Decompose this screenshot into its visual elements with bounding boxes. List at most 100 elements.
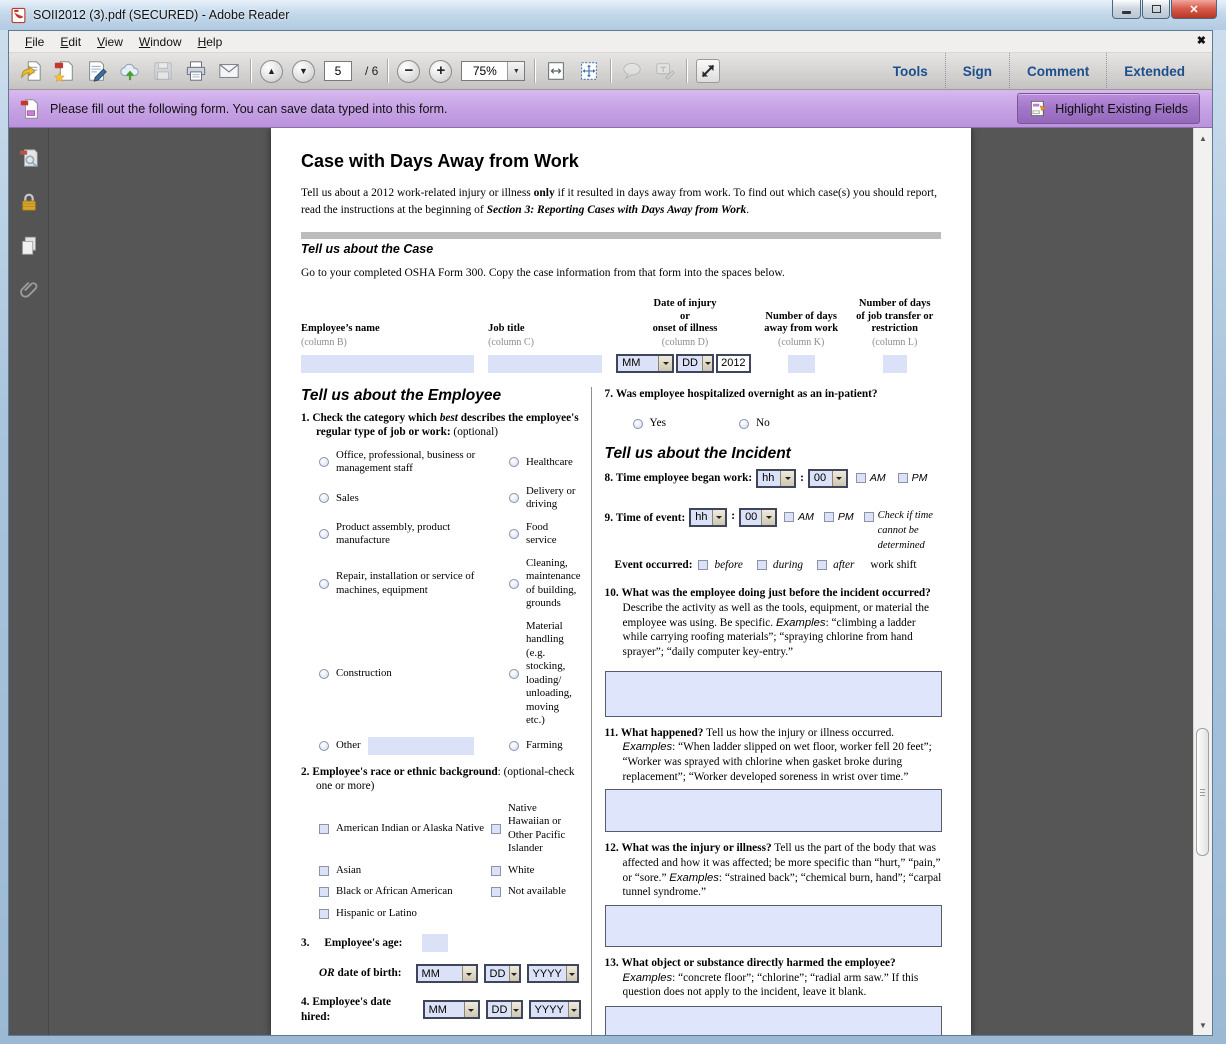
q1-product-assembly-radio[interactable] xyxy=(319,529,329,539)
menu-edit[interactable]: Edit xyxy=(52,33,89,51)
hired-month-select[interactable]: MM xyxy=(423,1000,480,1019)
q1-construction-radio[interactable] xyxy=(319,669,329,679)
event-hour-select[interactable]: hh xyxy=(689,508,727,527)
q1-farming-radio[interactable] xyxy=(509,741,519,751)
event-pm-checkbox[interactable] xyxy=(824,512,834,522)
q2-white-checkbox[interactable] xyxy=(491,866,501,876)
zoom-dropdown-button[interactable]: ▼ xyxy=(507,62,524,80)
menu-window[interactable]: Window xyxy=(131,33,190,51)
q1-material-handling-radio[interactable] xyxy=(509,669,519,679)
q12-answer-textarea[interactable] xyxy=(605,905,942,947)
hospitalized-yes-radio[interactable] xyxy=(633,419,643,429)
began-am-checkbox[interactable] xyxy=(856,473,866,483)
chevron-down-icon xyxy=(509,966,518,981)
vertical-scrollbar[interactable]: ▲ ▼ xyxy=(1193,128,1212,1035)
hired-year-select[interactable]: YYYY xyxy=(529,1000,581,1019)
scrollbar-up-arrow[interactable]: ▲ xyxy=(1194,130,1212,146)
zoom-in-button[interactable]: + xyxy=(429,60,452,83)
fit-width-icon[interactable] xyxy=(544,59,568,83)
q1-healthcare-radio[interactable] xyxy=(509,457,519,467)
fit-page-icon[interactable] xyxy=(577,59,601,83)
scrollbar-thumb[interactable] xyxy=(1196,728,1209,856)
next-page-button[interactable]: ▼ xyxy=(292,60,315,83)
employee-section-heading: Tell us about the Employee xyxy=(301,387,581,405)
sign-panel-button[interactable]: Sign xyxy=(945,53,1009,90)
q2-american-indian-checkbox[interactable] xyxy=(319,824,329,834)
began-hour-select[interactable]: hh xyxy=(756,469,796,488)
menu-close-icon[interactable]: ✖ xyxy=(1197,34,1206,47)
pages-icon[interactable] xyxy=(17,234,41,258)
event-after-checkbox[interactable] xyxy=(817,560,827,570)
injury-day-select[interactable]: DD xyxy=(676,354,714,373)
dob-year-select[interactable]: YYYY xyxy=(527,964,579,983)
previous-page-button[interactable]: ▲ xyxy=(260,60,283,83)
days-away-input[interactable] xyxy=(788,355,815,373)
q1-other-input[interactable] xyxy=(368,737,474,755)
comment-panel-button[interactable]: Comment xyxy=(1009,53,1106,90)
comment-bubble-icon[interactable] xyxy=(620,59,644,83)
create-pdf-icon[interactable] xyxy=(52,59,76,83)
menu-file[interactable]: File xyxy=(17,33,52,51)
extended-panel-button[interactable]: Extended xyxy=(1106,53,1202,90)
minimize-button[interactable] xyxy=(1112,0,1141,19)
dob-day-select[interactable]: DD xyxy=(484,964,521,983)
q1-cleaning-radio[interactable] xyxy=(509,579,519,589)
maximize-button[interactable] xyxy=(1142,0,1170,19)
q1-repair-radio[interactable] xyxy=(319,579,329,589)
scrollbar-down-arrow[interactable]: ▼ xyxy=(1194,1017,1212,1033)
zoom-level-select[interactable]: 75% ▼ xyxy=(461,61,525,81)
highlight-existing-fields-button[interactable]: Highlight Existing Fields xyxy=(1017,93,1200,124)
q13-text: 13. What object or substance directly ha… xyxy=(605,956,942,1000)
open-icon[interactable] xyxy=(19,59,43,83)
q2-black-checkbox[interactable] xyxy=(319,887,329,897)
chevron-down-icon xyxy=(702,356,712,371)
form-message-text: Please fill out the following form. You … xyxy=(50,102,447,116)
dob-month-select[interactable]: MM xyxy=(416,964,478,983)
q2-native-hawaiian-checkbox[interactable] xyxy=(491,824,501,834)
email-icon[interactable] xyxy=(217,59,241,83)
q1-other-radio[interactable] xyxy=(319,741,329,751)
event-am-checkbox[interactable] xyxy=(784,512,794,522)
employee-name-input[interactable] xyxy=(301,355,474,373)
q2-hispanic-checkbox[interactable] xyxy=(319,909,329,919)
menu-help[interactable]: Help xyxy=(190,33,231,51)
hospitalized-no-radio[interactable] xyxy=(739,419,749,429)
q1-food-service-radio[interactable] xyxy=(509,529,519,539)
job-title-input[interactable] xyxy=(488,355,602,373)
security-lock-icon[interactable] xyxy=(17,190,41,214)
q13-answer-textarea[interactable] xyxy=(605,1006,942,1035)
event-before-checkbox[interactable] xyxy=(698,560,708,570)
menu-view[interactable]: View xyxy=(89,33,131,51)
q1-office-radio[interactable] xyxy=(319,457,329,467)
zoom-out-button[interactable]: − xyxy=(397,60,420,83)
q1-sales-radio[interactable] xyxy=(319,493,329,503)
began-minute-select[interactable]: 00 xyxy=(808,469,848,488)
job-transfer-input[interactable] xyxy=(883,355,907,373)
event-during-checkbox[interactable] xyxy=(757,560,767,570)
time-cannot-be-determined-checkbox[interactable] xyxy=(864,512,874,522)
sign-document-icon[interactable] xyxy=(85,59,109,83)
event-minute-select[interactable]: 00 xyxy=(739,508,777,527)
q10-answer-textarea[interactable] xyxy=(605,671,942,717)
page-number-input[interactable] xyxy=(324,61,352,81)
print-icon[interactable] xyxy=(184,59,208,83)
text-callout-icon[interactable] xyxy=(653,59,677,83)
cloud-upload-icon[interactable] xyxy=(118,59,142,83)
minimize-icon xyxy=(1122,11,1131,14)
q2-not-available-checkbox[interactable] xyxy=(491,887,501,897)
title-bar: SOII2012 (3).pdf (SECURED) - Adobe Reade… xyxy=(0,0,1226,30)
fullscreen-icon[interactable] xyxy=(696,59,720,83)
q2-asian-checkbox[interactable] xyxy=(319,866,329,876)
began-pm-checkbox[interactable] xyxy=(898,473,908,483)
injury-month-select[interactable]: MM xyxy=(616,354,674,373)
save-icon[interactable] xyxy=(151,59,175,83)
employee-age-input[interactable] xyxy=(422,934,448,952)
attachments-paperclip-icon[interactable] xyxy=(17,278,41,302)
tools-panel-button[interactable]: Tools xyxy=(876,53,945,90)
page-thumbnails-icon[interactable] xyxy=(17,146,41,170)
q1-delivery-radio[interactable] xyxy=(509,493,519,503)
close-button[interactable]: ✕ xyxy=(1171,0,1217,19)
hired-day-select[interactable]: DD xyxy=(486,1000,523,1019)
maximize-icon xyxy=(1152,5,1161,13)
q11-answer-textarea[interactable] xyxy=(605,789,942,832)
